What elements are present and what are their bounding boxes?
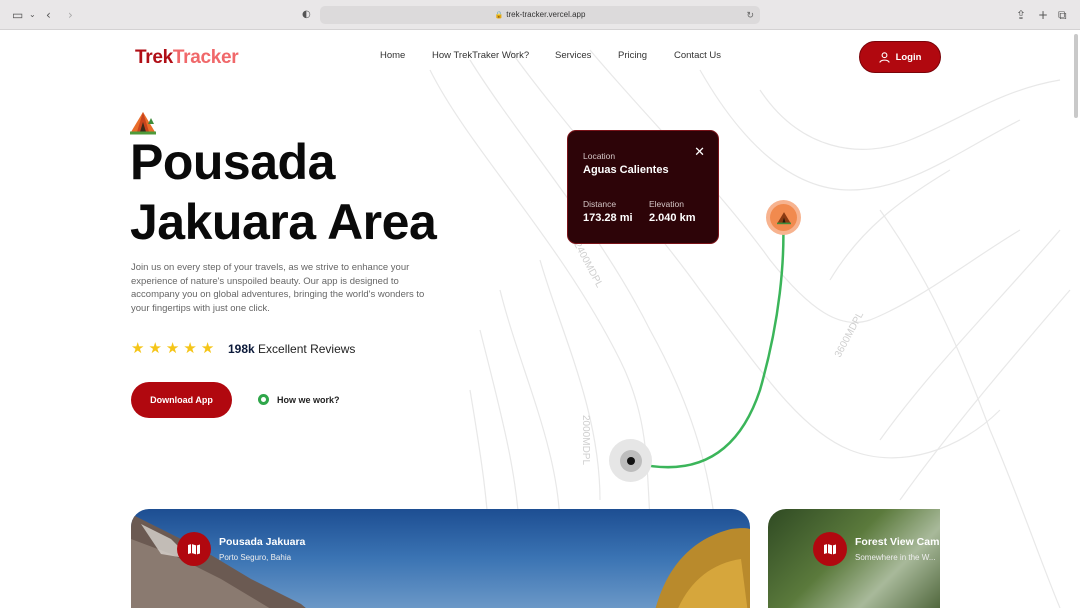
tabs-overview-icon[interactable]: ⧉: [1058, 7, 1067, 23]
star-icon: ★: [200, 340, 215, 357]
map-badge: [177, 532, 211, 566]
destination-card[interactable]: Pousada Jakuara Porto Seguro, Bahia: [131, 509, 750, 608]
contour-label: 3600MDPL: [833, 310, 866, 360]
elevation-value: 2.040 km: [649, 212, 696, 224]
sidebar-toggle-icon[interactable]: ▭: [12, 7, 23, 23]
distance-value: 173.28 mi: [583, 212, 633, 224]
nav-contact-us[interactable]: Contact Us: [674, 50, 721, 61]
hero-title-line-1: Pousada: [130, 134, 335, 190]
map-icon: [824, 544, 836, 555]
tent-icon: [776, 211, 791, 224]
map-icon: [188, 544, 200, 555]
login-label: Login: [895, 51, 922, 63]
distance-label: Distance: [583, 199, 617, 209]
location-label: Location: [583, 151, 616, 161]
address-bar[interactable]: 🔒 trek-tracker.vercel.app ↻: [320, 6, 760, 24]
reviews-summary: 198k Excellent Reviews: [228, 342, 355, 356]
card-title: Forest View Camp: [855, 536, 940, 548]
contour-label: 2000MDPL: [580, 415, 591, 465]
route-line: [630, 215, 785, 469]
user-icon: [878, 51, 890, 63]
destination-pin[interactable]: [766, 200, 801, 235]
reviews-label: Excellent Reviews: [258, 342, 356, 356]
star-icon: ★: [183, 340, 197, 357]
close-icon[interactable]: ✕: [694, 145, 705, 158]
nav-home[interactable]: Home: [380, 50, 405, 61]
reload-icon[interactable]: ↻: [746, 6, 754, 24]
card-subtitle: Porto Seguro, Bahia: [219, 553, 292, 562]
star-icon: ★: [165, 340, 180, 357]
card-title: Pousada Jakuara: [219, 536, 306, 548]
contour-labels: 2400MDPL 3600MDPL 2000MDPL: [571, 240, 866, 465]
download-app-button[interactable]: Download App: [131, 382, 232, 418]
chevron-down-icon[interactable]: ⌄: [29, 7, 36, 23]
back-icon[interactable]: ‹: [46, 7, 51, 23]
card-subtitle: Somewhere in the W...: [855, 553, 936, 562]
browser-toolbar: ▭ ⌄ ‹ › ◐ 🔒 trek-tracker.vercel.app ↻ ⇪ +…: [0, 0, 1080, 30]
url-text: trek-tracker.vercel.app: [506, 10, 586, 19]
logo-part-1: Trek: [135, 47, 173, 68]
lock-icon: 🔒: [494, 12, 504, 19]
how-we-work-link[interactable]: How we work?: [258, 394, 340, 405]
map-badge: [813, 532, 847, 566]
page: 2400MDPL 3600MDPL 2000MDPL TrekTracker H…: [0, 30, 1080, 608]
nav-services[interactable]: Services: [555, 50, 591, 61]
privacy-shield-icon[interactable]: ◐: [302, 7, 311, 23]
location-value: Aguas Calientes: [583, 164, 669, 176]
forward-icon[interactable]: ›: [68, 7, 73, 23]
elevation-label: Elevation: [649, 199, 684, 209]
logo-part-2: Tracker: [172, 47, 239, 68]
share-icon[interactable]: ⇪: [1016, 7, 1026, 23]
contour-label: 2400MDPL: [571, 240, 604, 290]
rating-stars: ★ ★ ★ ★ ★: [131, 341, 214, 356]
scrollbar[interactable]: [1074, 34, 1078, 118]
how-we-work-label: How we work?: [277, 394, 340, 405]
new-tab-icon[interactable]: +: [1038, 7, 1048, 23]
logo[interactable]: TrekTracker: [135, 47, 239, 69]
nav-pricing[interactable]: Pricing: [618, 50, 647, 61]
hero-title-line-2: Jakuara Area: [130, 194, 437, 250]
start-pin[interactable]: [609, 439, 652, 482]
reviews-count: 198k: [228, 342, 255, 356]
login-button[interactable]: Login: [859, 41, 941, 73]
hero-title: Pousada Jakuara Area: [130, 132, 530, 252]
star-icon: ★: [131, 340, 145, 357]
nav-how-it-works[interactable]: How TrekTraker Work?: [432, 50, 529, 61]
hero-description: Join us on every step of your travels, a…: [131, 262, 425, 314]
star-icon: ★: [148, 340, 162, 357]
location-info-card: Location Aguas Calientes ✕ Distance 173.…: [567, 130, 719, 244]
play-dot-icon: [258, 394, 269, 405]
destination-card[interactable]: Forest View Camp Somewhere in the W...: [768, 509, 940, 608]
